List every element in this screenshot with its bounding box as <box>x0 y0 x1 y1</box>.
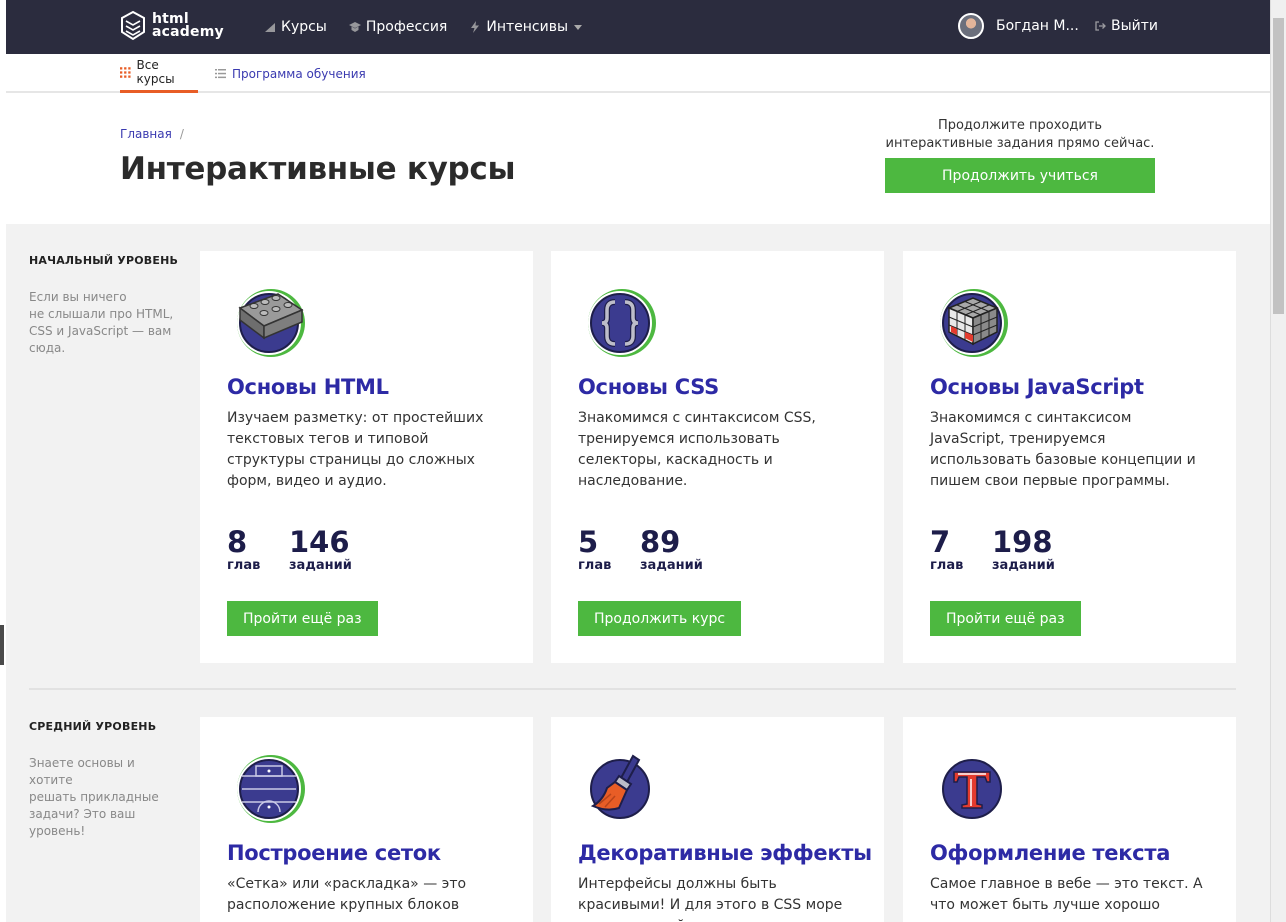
html-academy-logo[interactable]: html academy <box>120 10 224 42</box>
course-card-decorative[interactable]: Декоративные эффекты Интерфейсы должны б… <box>551 717 884 922</box>
continue-course-button[interactable]: Продолжить курс <box>578 601 742 636</box>
course-title[interactable]: Декоративные эффекты <box>578 841 872 865</box>
user-name: Богдан М... <box>996 18 1079 34</box>
course-description: Изучаем разметку: от простейших текстовы… <box>227 410 484 489</box>
tasks-label: заданий <box>992 558 1055 573</box>
level-intermediate-title: СРЕДНИЙ УРОВЕНЬ <box>29 720 157 733</box>
course-title[interactable]: Построение сеток <box>227 841 441 865</box>
continue-prompt: Продолжите проходить интерактивные задан… <box>878 117 1162 153</box>
nav-intensives-label: Интенсивы <box>486 19 569 35</box>
logout-link[interactable]: Выйти <box>1094 18 1158 34</box>
grid-icon <box>120 66 131 78</box>
chapters-stat: 5 глав <box>578 526 611 573</box>
course-description: Знакомимся с синтаксисом CSS, тренируемс… <box>578 410 816 489</box>
tasks-stat: 89 заданий <box>640 526 703 573</box>
course-description: Самое главное в вебе — это текст. А что … <box>930 876 1203 913</box>
scrollbar-thumb[interactable] <box>1273 18 1284 314</box>
tab-all-courses-label: Все курсы <box>136 58 175 86</box>
level-desc-line: не слышали про HTML, <box>29 307 174 321</box>
tasks-count: 146 <box>289 525 350 559</box>
breadcrumb-home[interactable]: Главная <box>120 127 172 141</box>
level-desc-line: CSS и JavaScript — вам <box>29 324 172 338</box>
avatar[interactable] <box>958 13 984 39</box>
level-beginner-title: НАЧАЛЬНЫЙ УРОВЕНЬ <box>29 254 179 267</box>
level-desc-line: решать прикладные <box>29 790 159 804</box>
course-title[interactable]: Основы JavaScript <box>930 375 1144 399</box>
continue-prompt-line1: Продолжите проходить <box>937 118 1103 133</box>
tab-all-courses[interactable]: Все курсы <box>120 54 198 93</box>
level-desc-line: Знаете основы и хотите <box>29 756 135 787</box>
course-title[interactable]: Основы CSS <box>578 375 719 399</box>
tasks-count: 89 <box>640 525 681 559</box>
user-profile[interactable]: Богдан М... <box>958 13 1079 39</box>
logo-icon <box>121 10 145 41</box>
course-description: Знакомимся с синтаксисом JavaScript, тре… <box>930 410 1196 489</box>
nav-profession-label: Профессия <box>365 19 448 35</box>
main-nav: Курсы Профессия Интенсивы <box>264 0 604 54</box>
tasks-count: 198 <box>992 525 1053 559</box>
logout-label: Выйти <box>1111 18 1159 34</box>
level-divider <box>29 688 1236 690</box>
chapters-label: глав <box>930 558 964 573</box>
nav-intensives[interactable]: Интенсивы <box>469 19 583 35</box>
logout-icon <box>1095 21 1106 31</box>
lego-brick-icon <box>237 289 305 357</box>
level-desc-line: Если вы ничего <box>29 290 127 304</box>
chevron-down-icon <box>574 24 583 30</box>
course-description: Интерфейсы должны быть красивыми! И для … <box>578 876 843 922</box>
chapters-count: 8 <box>227 525 248 559</box>
letter-t-icon <box>940 757 1004 821</box>
level-desc-line: уровень! <box>29 824 86 838</box>
chapters-stat: 8 глав <box>227 526 260 573</box>
tasks-stat: 146 заданий <box>289 526 352 573</box>
lightning-icon <box>471 21 480 33</box>
course-card-css[interactable]: Основы CSS Знакомимся с синтаксисом CSS,… <box>551 251 884 663</box>
chapters-label: глав <box>227 558 261 573</box>
continue-prompt-line2: интерактивные задания прямо сейчас. <box>885 136 1155 151</box>
nav-profession[interactable]: Профессия <box>348 19 448 35</box>
curly-braces-icon <box>588 289 656 357</box>
course-title[interactable]: Основы HTML <box>227 375 389 399</box>
level-desc-line: сюда. <box>29 341 66 355</box>
course-card-grids[interactable]: Построение сеток «Сетка» или «раскладка»… <box>200 717 533 922</box>
tasks-label: заданий <box>289 558 352 573</box>
level-beginner-description: Если вы ничего не слышали про HTML, CSS … <box>29 289 179 357</box>
level-desc-line: задачи? Это ваш <box>29 807 136 821</box>
course-description: «Сетка» или «раскладка» — это расположен… <box>227 876 467 913</box>
tab-program[interactable]: Программа обучения <box>215 54 366 93</box>
sub-navigation: Все курсы Программа обучения <box>6 54 1270 93</box>
chart-icon <box>265 23 275 32</box>
chapters-stat: 7 глав <box>930 526 963 573</box>
course-card-html[interactable]: Основы HTML Изучаем разметку: от простей… <box>200 251 533 663</box>
course-title[interactable]: Оформление текста <box>930 841 1170 865</box>
window-edge-marker <box>0 625 4 665</box>
continue-learning-button[interactable]: Продолжить учиться <box>885 158 1155 193</box>
tab-program-label: Программа обучения <box>232 66 366 81</box>
retake-course-button[interactable]: Пройти ещё раз <box>227 601 378 636</box>
nav-courses[interactable]: Курсы <box>264 19 327 35</box>
top-navigation-bar: html academy Курсы Профессия Интенсивы Б… <box>6 0 1270 54</box>
list-icon <box>215 69 226 79</box>
tasks-label: заданий <box>640 558 703 573</box>
page-title: Интерактивные курсы <box>120 151 516 187</box>
course-card-javascript[interactable]: Основы JavaScript Знакомимся с синтаксис… <box>903 251 1236 663</box>
graduation-cap-icon <box>348 22 361 32</box>
nav-courses-label: Курсы <box>281 19 327 35</box>
breadcrumb: Главная / <box>120 127 184 141</box>
chapters-count: 7 <box>930 525 951 559</box>
retake-course-button[interactable]: Пройти ещё раз <box>930 601 1081 636</box>
logo-text-line2: academy <box>152 24 224 40</box>
football-field-icon <box>237 755 305 823</box>
rubiks-cube-icon <box>940 289 1008 357</box>
paint-brush-icon <box>588 754 652 821</box>
level-intermediate-description: Знаете основы и хотите решать прикладные… <box>29 755 179 840</box>
chapters-label: глав <box>578 558 612 573</box>
breadcrumb-separator: / <box>179 127 184 141</box>
course-card-typography[interactable]: Оформление текста Самое главное в вебе —… <box>903 717 1236 922</box>
chapters-count: 5 <box>578 525 599 559</box>
page-header: Главная / Интерактивные курсы Продолжите … <box>6 93 1270 224</box>
tasks-stat: 198 заданий <box>992 526 1055 573</box>
vertical-scrollbar[interactable] <box>1270 0 1286 922</box>
